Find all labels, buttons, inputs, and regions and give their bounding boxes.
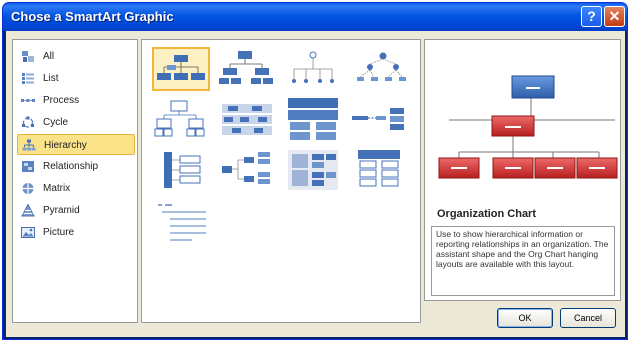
preview-diagram bbox=[438, 75, 618, 179]
pyramid-icon bbox=[21, 204, 35, 217]
category-cycle[interactable]: Cycle bbox=[17, 112, 135, 133]
cancel-button[interactable]: Cancel bbox=[560, 308, 616, 328]
layout-table-list[interactable] bbox=[350, 148, 408, 192]
preview-description: Use to show hierarchical information or … bbox=[431, 226, 615, 296]
horizontal-hierarchy-thumbnail bbox=[357, 52, 406, 81]
layout-table-hierarchy[interactable] bbox=[152, 98, 210, 142]
layout-lined-list-hierarchy[interactable] bbox=[284, 148, 342, 192]
vertical-hierarchy-thumbnail bbox=[164, 152, 201, 188]
layout-organization-chart[interactable] bbox=[152, 47, 210, 91]
horizontal-multi-level-thumbnail bbox=[222, 152, 270, 184]
relationship-icon bbox=[22, 161, 34, 172]
table-hierarchy-thumbnail bbox=[154, 100, 205, 137]
category-matrix[interactable]: Matrix bbox=[17, 178, 135, 199]
layout-horizontal-hierarchy[interactable] bbox=[350, 47, 408, 91]
cycle-icon bbox=[22, 116, 34, 128]
category-picture[interactable]: Picture bbox=[17, 222, 135, 243]
dialog-body: All List Process Cycle Hierarchy Relatio… bbox=[6, 31, 625, 337]
preview-title: Organization Chart bbox=[437, 208, 537, 220]
table-list-thumbnail bbox=[358, 150, 400, 187]
dialog-window: Chose a SmartArt Graphic ? ✕ All List Pr… bbox=[2, 2, 628, 340]
layout-hierarchy-text-list[interactable] bbox=[152, 200, 210, 244]
hierarchy-text-list-thumbnail bbox=[158, 204, 206, 241]
matrix-icon bbox=[22, 183, 34, 194]
list-icon bbox=[22, 73, 34, 84]
hierarchy-thumbnail bbox=[219, 51, 273, 84]
category-label: Process bbox=[43, 95, 80, 106]
layout-gallery bbox=[141, 39, 421, 323]
category-label: All bbox=[43, 51, 55, 62]
category-label: Matrix bbox=[43, 183, 71, 194]
category-label: List bbox=[43, 73, 59, 84]
category-process[interactable]: Process bbox=[17, 90, 135, 111]
category-all[interactable]: All bbox=[17, 46, 135, 67]
layout-hierarchy[interactable] bbox=[218, 47, 276, 91]
layout-hierarchy-list[interactable] bbox=[218, 98, 276, 142]
category-relationship[interactable]: Relationship bbox=[17, 156, 135, 177]
hierarchy-icon bbox=[22, 139, 36, 151]
preview-pane: Organization Chart Use to show hierarchi… bbox=[424, 39, 621, 301]
category-label: Picture bbox=[43, 227, 75, 238]
process-icon bbox=[21, 99, 35, 102]
ok-button[interactable]: OK bbox=[497, 308, 553, 328]
layout-labeled-hierarchy[interactable] bbox=[284, 47, 342, 91]
layout-horizontal-labeled-hierarchy[interactable] bbox=[350, 98, 408, 142]
hierarchy-list-thumbnail bbox=[222, 104, 272, 135]
horizontal-labeled-hierarchy-thumbnail bbox=[352, 108, 404, 130]
dialog-title: Chose a SmartArt Graphic bbox=[11, 9, 174, 24]
layout-horizontal-organization-chart[interactable] bbox=[284, 98, 342, 142]
labeled-hierarchy-thumbnail bbox=[292, 51, 334, 83]
category-hierarchy[interactable]: Hierarchy bbox=[17, 134, 135, 155]
category-label: Pyramid bbox=[43, 205, 80, 216]
close-button[interactable]: ✕ bbox=[604, 6, 625, 27]
category-pyramid[interactable]: Pyramid bbox=[17, 200, 135, 221]
help-button[interactable]: ? bbox=[581, 6, 602, 27]
category-label: Hierarchy bbox=[44, 140, 87, 151]
picture-icon bbox=[21, 227, 35, 238]
title-bar[interactable]: Chose a SmartArt Graphic ? ✕ bbox=[3, 3, 627, 31]
organization-chart-thumbnail bbox=[157, 55, 205, 80]
layout-horizontal-multi-level[interactable] bbox=[218, 148, 276, 192]
category-label: Relationship bbox=[43, 161, 99, 172]
horizontal-organization-chart-thumbnail bbox=[288, 98, 338, 140]
all-icon bbox=[22, 51, 34, 62]
layout-vertical-hierarchy[interactable] bbox=[152, 148, 210, 192]
lined-list-hierarchy-thumbnail bbox=[288, 150, 338, 190]
category-list: All List Process Cycle Hierarchy Relatio… bbox=[12, 39, 138, 323]
category-list-item[interactable]: List bbox=[17, 68, 135, 89]
category-label: Cycle bbox=[43, 117, 69, 128]
